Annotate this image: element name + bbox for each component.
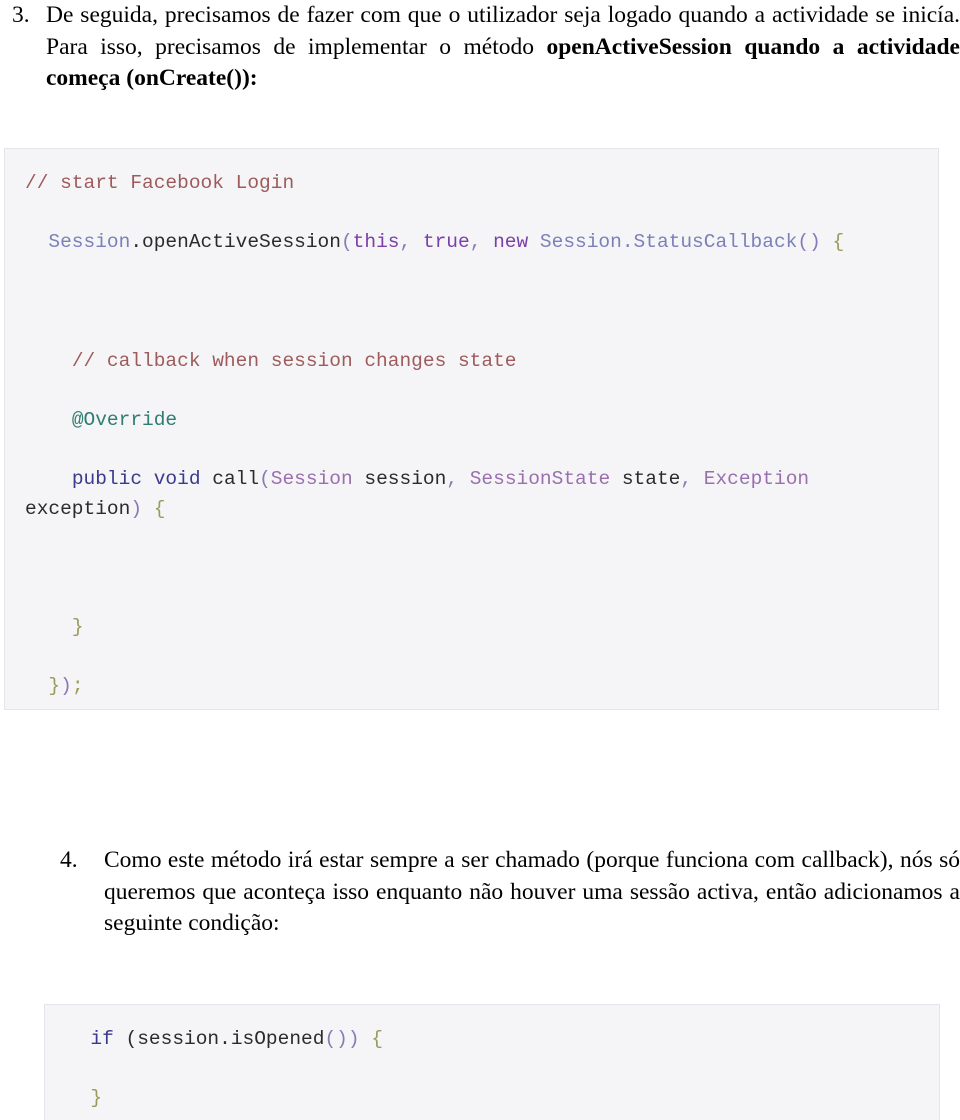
numbered-paragraph-4: 4. Como este método irá estar sempre a s… <box>60 845 960 940</box>
code-token: @Override <box>71 409 178 431</box>
code-token: Session.StatusCallback <box>539 231 798 253</box>
code-token: if <box>90 1028 114 1050</box>
code-token: ( <box>340 231 353 253</box>
code-line-open-active-session-call: Session.openActiveSession(this, true, ne… <box>25 228 844 256</box>
code-token: ( <box>259 468 271 490</box>
code-line-exception-parameter-wrap: exception) { <box>25 495 165 523</box>
code-line-closing-brace-method: } <box>25 613 84 641</box>
code-token: ()) <box>324 1028 360 1050</box>
paragraph-4-body: Como este método irá estar sempre a ser … <box>104 845 960 940</box>
code-token: // callback when session changes state <box>71 350 517 372</box>
code-token: } <box>48 675 61 697</box>
code-token: , <box>399 231 423 253</box>
code-token: Session <box>270 468 353 490</box>
code-token: SessionState <box>469 468 611 490</box>
code-token: } <box>90 1087 103 1109</box>
code-token: , <box>680 468 704 490</box>
code-token: { <box>820 231 845 253</box>
code-token: session <box>352 468 447 490</box>
code-token: { <box>142 498 166 520</box>
code-token: { <box>359 1028 383 1050</box>
code-token: (session.isOpened <box>113 1028 325 1050</box>
code-token: true <box>422 231 470 253</box>
code-token: call <box>212 468 260 490</box>
code-block-open-active-session: // start Facebook Login Session.openActi… <box>4 148 939 710</box>
code-token: .openActiveSession <box>130 231 341 253</box>
code-token: this <box>352 231 400 253</box>
code-block-if-session-is-opened: if (session.isOpened()) { } <box>44 1004 940 1120</box>
code-token: Session <box>48 231 131 253</box>
paragraph-3-number: 3. <box>12 2 30 28</box>
code-line-public-void-call-signature: public void call(Session session, Sessio… <box>25 465 809 493</box>
code-token: ) <box>130 498 143 520</box>
code-line-if-session-is-opened: if (session.isOpened()) { <box>67 1025 383 1053</box>
code-line-comment-start-facebook-login: // start Facebook Login <box>25 169 294 197</box>
code-line-override-annotation: @Override <box>25 406 177 434</box>
paragraph-4-lead-text: Como este método irá estar sempre a ser … <box>104 847 960 936</box>
code-token: new <box>493 231 540 253</box>
code-token: // start Facebook Login <box>25 172 295 194</box>
code-token: ) <box>60 675 72 697</box>
code-token: Exception <box>703 468 810 490</box>
paragraph-4-number: 4. <box>60 847 78 873</box>
code-token: , <box>469 231 494 253</box>
code-token: , <box>446 468 470 490</box>
code-token: public void <box>71 468 213 490</box>
code-line-closing-brace-paren-semicolon: }); <box>25 672 84 700</box>
code-token: } <box>71 616 84 638</box>
paragraph-3-body: De seguida, precisamos de fazer com que … <box>46 0 960 95</box>
code-token: () <box>797 231 821 253</box>
code-token: ; <box>71 675 84 697</box>
code-line-if-closing-brace: } <box>67 1084 102 1112</box>
numbered-paragraph-3: 3. De seguida, precisamos de fazer com q… <box>0 0 960 95</box>
code-token: exception <box>25 498 131 520</box>
code-line-comment-callback-when-session-changes-state: // callback when session changes state <box>25 347 517 375</box>
code-token: state <box>610 468 681 490</box>
